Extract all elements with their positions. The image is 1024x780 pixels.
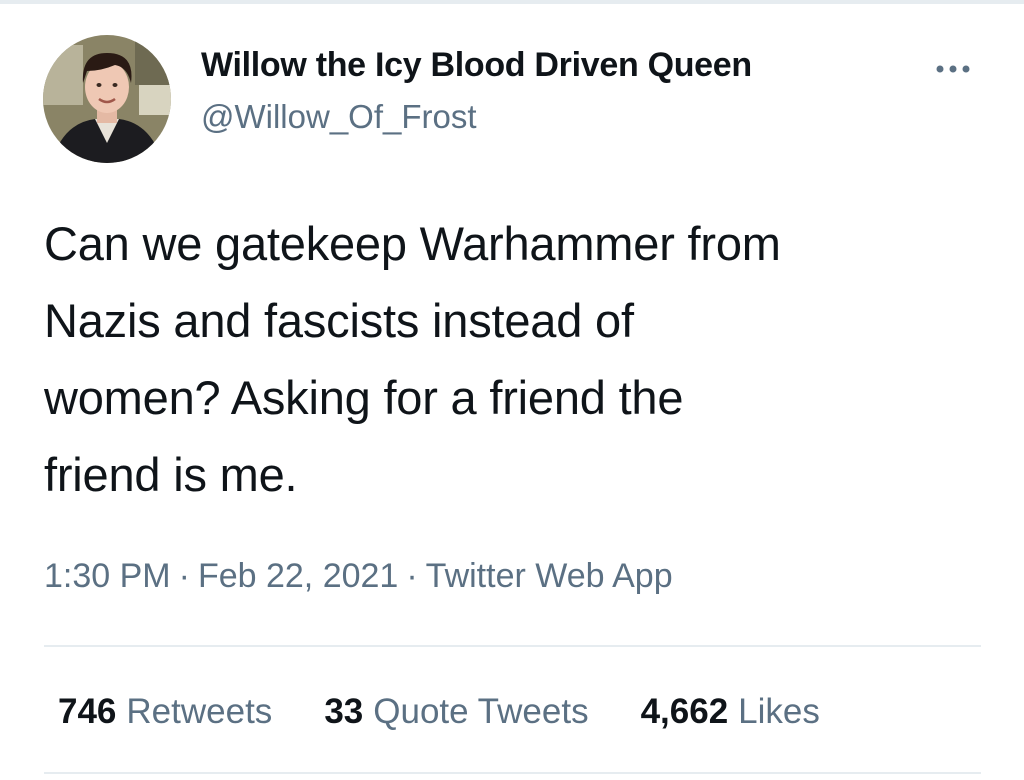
divider — [44, 645, 981, 647]
author-handle[interactable]: @Willow_Of_Frost — [201, 98, 477, 136]
tweet-text-line: Nazis and fascists instead of — [44, 294, 634, 347]
likes-count: 4,662 — [640, 692, 729, 731]
tweet-text-line: Can we gatekeep Warhammer from — [44, 217, 781, 270]
quote-tweets-label: Quote Tweets — [373, 692, 589, 731]
author-display-name[interactable]: Willow the Icy Blood Driven Queen — [201, 46, 752, 85]
profile-photo — [43, 35, 171, 163]
meta-separator: · — [406, 557, 418, 595]
engagement-stats: 746 Retweets 33 Quote Tweets 4,662 Likes — [58, 692, 820, 732]
tweet-text: Can we gatekeep Warhammer from Nazis and… — [44, 205, 1004, 513]
tweet-text-line: friend is me. — [44, 448, 298, 501]
quote-tweets-stat[interactable]: 33 Quote Tweets — [324, 692, 588, 732]
quote-tweets-count: 33 — [324, 692, 364, 731]
avatar[interactable] — [43, 35, 171, 163]
meta-separator: · — [178, 557, 190, 595]
tweet-date[interactable]: Feb 22, 2021 — [198, 557, 398, 595]
retweets-stat[interactable]: 746 Retweets — [58, 692, 272, 732]
retweets-count: 746 — [58, 692, 117, 731]
more-options-button[interactable] — [930, 54, 980, 84]
likes-label: Likes — [738, 692, 820, 731]
tweet-source[interactable]: Twitter Web App — [426, 557, 673, 595]
tweet-card: Willow the Icy Blood Driven Queen @Willo… — [0, 0, 1024, 780]
top-border — [0, 0, 1024, 4]
tweet-metadata: 1:30 PM · Feb 22, 2021 · Twitter Web App — [44, 557, 673, 596]
retweets-label: Retweets — [126, 692, 273, 731]
likes-stat[interactable]: 4,662 Likes — [641, 692, 820, 732]
divider — [44, 772, 981, 774]
tweet-time[interactable]: 1:30 PM — [44, 557, 171, 595]
more-horizontal-icon — [936, 65, 970, 73]
tweet-text-line: women? Asking for a friend the — [44, 371, 684, 424]
